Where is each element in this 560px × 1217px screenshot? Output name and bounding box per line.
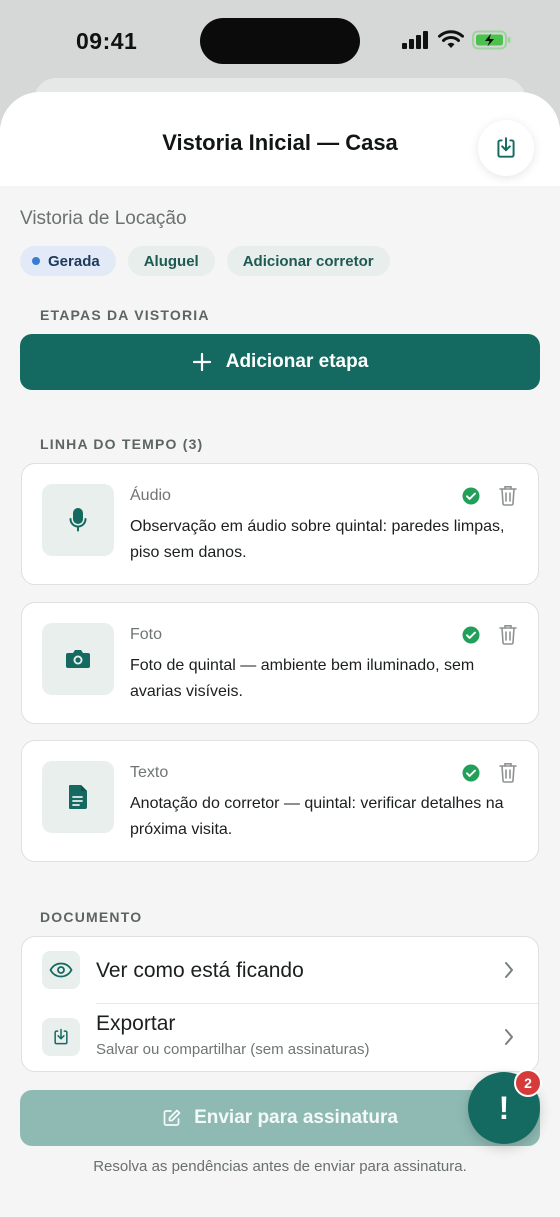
eye-icon	[49, 962, 73, 978]
status-time: 09:41	[76, 28, 138, 54]
export-document-row[interactable]: Exportar Salvar ou compartilhar (sem ass…	[22, 1004, 538, 1070]
wifi-icon	[438, 30, 464, 48]
item-type: Foto	[130, 626, 163, 643]
dynamic-island	[200, 18, 360, 64]
check-circle-icon	[462, 487, 480, 505]
alerts-count-badge: 2	[514, 1069, 542, 1097]
helper-text: Resolva as pendências antes de enviar pa…	[93, 1158, 467, 1175]
timeline-item[interactable]: Texto Anotação do corretor — quintal: ve…	[21, 740, 539, 862]
trash-icon[interactable]	[498, 761, 518, 783]
steps-section-label: ETAPAS DA VISTORIA	[40, 307, 210, 323]
edit-icon	[163, 1109, 181, 1126]
doc-icon-box	[42, 951, 80, 989]
export-subtitle: Salvar ou compartilhar (sem assinaturas)	[96, 1041, 370, 1058]
chip-row: Gerada Aluguel Adicionar corretor	[20, 246, 390, 276]
check-circle-icon	[462, 626, 480, 644]
sheet-header: Vistoria Inicial — Casa	[0, 92, 560, 186]
document-actions: Ver como está ficando Exportar Salvar ou…	[21, 936, 539, 1072]
item-description: Anotação do corretor — quintal: verifica…	[130, 795, 504, 838]
export-icon	[54, 1028, 68, 1045]
alert-icon: !	[498, 1089, 510, 1126]
chip-label: Adicionar corretor	[242, 252, 374, 270]
microphone-icon	[69, 508, 87, 532]
status-bar: 09:41	[0, 0, 560, 84]
battery-icon	[472, 30, 511, 50]
timeline-item[interactable]: Áudio Observação em áudio sobre quintal:…	[21, 463, 539, 585]
send-for-signature-button[interactable]: Enviar para assinatura	[20, 1090, 540, 1146]
add-broker-chip[interactable]: Adicionar corretor	[226, 246, 390, 276]
send-button-label: Enviar para assinatura	[194, 1107, 398, 1128]
chip-label: Gerada	[48, 252, 100, 270]
timeline-item[interactable]: Foto Foto de quintal — ambiente bem ilum…	[21, 602, 539, 724]
add-step-button[interactable]: Adicionar etapa	[20, 334, 540, 390]
item-type: Texto	[130, 764, 169, 781]
camera-icon	[66, 650, 90, 668]
page-title: Vistoria Inicial — Casa	[162, 130, 398, 155]
signal-icon	[402, 31, 428, 49]
chip-label: Aluguel	[143, 252, 199, 270]
doc-icon-box	[42, 1018, 80, 1056]
inspection-sheet: Vistoria Inicial — Casa Vistoria de Loca…	[0, 92, 560, 1217]
status-icons	[402, 30, 512, 50]
download-icon	[497, 137, 515, 158]
card-icon-box	[42, 623, 114, 695]
chevron-right-icon	[505, 962, 513, 978]
preview-document-row[interactable]: Ver como está ficando	[22, 937, 538, 1003]
export-title: Exportar	[96, 1012, 176, 1035]
trash-icon[interactable]	[498, 623, 518, 645]
download-button[interactable]	[478, 120, 534, 176]
plus-icon	[192, 352, 211, 372]
item-description: Observação em áudio sobre quintal: pared…	[130, 518, 505, 561]
add-step-label: Adicionar etapa	[225, 351, 369, 372]
chip-rental[interactable]: Aluguel	[127, 246, 215, 276]
document-section-label: DOCUMENTO	[40, 909, 143, 925]
chevron-right-icon	[505, 1029, 513, 1045]
inspection-subtitle: Vistoria de Locação	[20, 208, 187, 229]
card-icon-box	[42, 484, 114, 556]
status-chip-generated: Gerada	[20, 246, 116, 276]
status-dot	[32, 257, 40, 265]
check-circle-icon	[462, 764, 480, 782]
trash-icon[interactable]	[498, 484, 518, 506]
item-type: Áudio	[130, 487, 171, 504]
item-description: Foto de quintal — ambiente bem iluminado…	[130, 657, 475, 700]
preview-title: Ver como está ficando	[96, 959, 304, 982]
timeline-section-label: LINHA DO TEMPO (3)	[40, 436, 204, 452]
card-icon-box	[42, 761, 114, 833]
document-icon	[69, 785, 87, 809]
